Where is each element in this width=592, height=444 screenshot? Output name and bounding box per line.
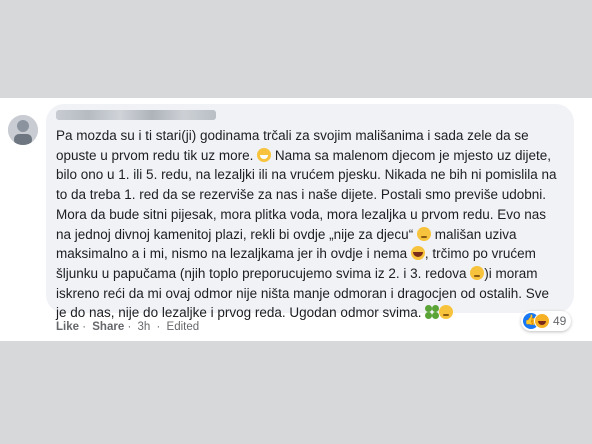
avatar[interactable] bbox=[8, 115, 38, 145]
reaction-count: 49 bbox=[553, 314, 567, 328]
comment-line: Pa mozda su i ti stari(ji) godinama trča… bbox=[56, 128, 529, 143]
haha-icon bbox=[534, 313, 550, 329]
comment-line: maksimalno a i mi, nismo na lezaljkama j… bbox=[56, 246, 536, 262]
separator: · bbox=[156, 321, 161, 333]
separator: · bbox=[127, 321, 132, 333]
grin-emoji-icon bbox=[257, 147, 272, 162]
author-name-blurred[interactable] bbox=[56, 110, 216, 120]
four-leaf-clover-icon bbox=[425, 305, 440, 320]
comment-line: to da treba 1. red da se rezerviše za na… bbox=[56, 187, 547, 203]
separator: · bbox=[82, 321, 87, 333]
avatar-photo-icon bbox=[8, 115, 38, 145]
reactions-summary[interactable]: 👍 49 bbox=[521, 311, 571, 331]
comment-actions: Like · Share · 3h · Edited bbox=[56, 321, 202, 333]
comment-line: Mora da bude sitni pijesak, mora plitka … bbox=[56, 206, 546, 222]
comment-line: bilo ono u 1. ili 5. redu, na lezaljki i… bbox=[56, 167, 557, 183]
comment-line: šljunku u papučama (njih toplo preporucu… bbox=[56, 265, 538, 281]
like-button[interactable]: Like bbox=[56, 321, 79, 333]
wink-emoji-icon bbox=[416, 226, 431, 241]
laughing-emoji-icon bbox=[410, 246, 425, 261]
edited-label[interactable]: Edited bbox=[167, 321, 200, 333]
timestamp[interactable]: 3h bbox=[137, 321, 150, 333]
comment-text: Pa mozda su i ti stari(ji) godinama trča… bbox=[56, 126, 568, 323]
relieved-emoji-icon bbox=[439, 305, 454, 320]
share-button[interactable]: Share bbox=[92, 321, 124, 333]
comment-line: iskreno reći da mi ovaj odmor nije ništa… bbox=[56, 285, 550, 301]
comment-line: na jednoj divnoj kamenitoj plazi, rekli … bbox=[56, 226, 517, 242]
wink-emoji-icon bbox=[470, 265, 485, 280]
comment-line: opuste u prvom redu tik uz more. Nama sa… bbox=[56, 147, 551, 163]
